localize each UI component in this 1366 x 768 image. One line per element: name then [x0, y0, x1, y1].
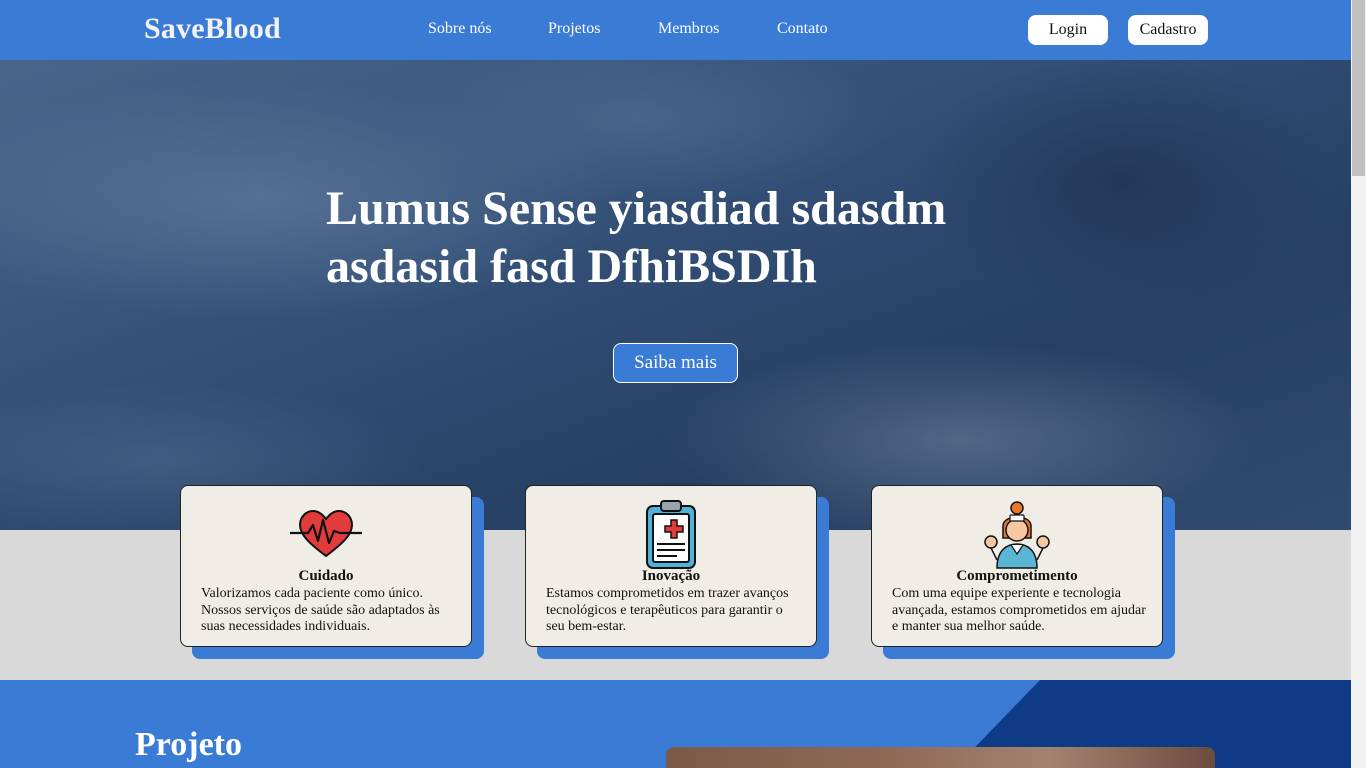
card-title: Comprometimento	[956, 568, 1078, 584]
card-body: Inovação Estamos comprometidos em trazer…	[525, 485, 817, 647]
card-text: Com uma equipe experiente e tecnologia a…	[892, 586, 1146, 634]
card-body: Cuidado Valorizamos cada paciente como ú…	[180, 485, 472, 647]
nav-link-membros[interactable]: Membros	[658, 20, 719, 38]
nav-link-projetos[interactable]: Projetos	[548, 20, 600, 38]
card-body: Comprometimento Com uma equipe experient…	[871, 485, 1163, 647]
nurse-icon	[984, 501, 1050, 569]
top-navbar: SaveBlood Sobre nós Projetos Membros Con…	[0, 0, 1351, 60]
hero-title: Lumus Sense yiasdiad sdasdm asdasid fasd…	[326, 182, 947, 293]
card-text: Estamos comprometidos em trazer avanços …	[546, 586, 789, 634]
signup-button[interactable]: Cadastro	[1128, 15, 1208, 45]
card-title: Inovação	[641, 568, 701, 584]
login-button[interactable]: Login	[1028, 15, 1108, 45]
nav-link-sobre[interactable]: Sobre nós	[428, 20, 492, 38]
nav-link-contato[interactable]: Contato	[777, 20, 828, 38]
hero-banner: Lumus Sense yiasdiad sdasdm asdasid fasd…	[0, 60, 1351, 530]
feature-card-cuidado: Cuidado Valorizamos cada paciente como ú…	[180, 485, 484, 659]
projeto-title: Projeto	[135, 726, 242, 763]
brand-logo[interactable]: SaveBlood	[144, 12, 281, 46]
projeto-section: Projeto	[0, 680, 1351, 768]
card-title: Cuidado	[298, 568, 354, 584]
feature-card-comprometimento: Comprometimento Com uma equipe experient…	[871, 485, 1175, 659]
scrollbar-thumb[interactable]	[1352, 0, 1365, 176]
heartbeat-icon	[290, 509, 362, 558]
medical-clipboard-icon	[646, 500, 696, 569]
card-text: Valorizamos cada paciente como único. No…	[201, 586, 440, 634]
projeto-image	[666, 747, 1215, 768]
learn-more-button[interactable]: Saiba mais	[613, 343, 738, 383]
feature-card-inovacao: Inovação Estamos comprometidos em trazer…	[525, 485, 829, 659]
